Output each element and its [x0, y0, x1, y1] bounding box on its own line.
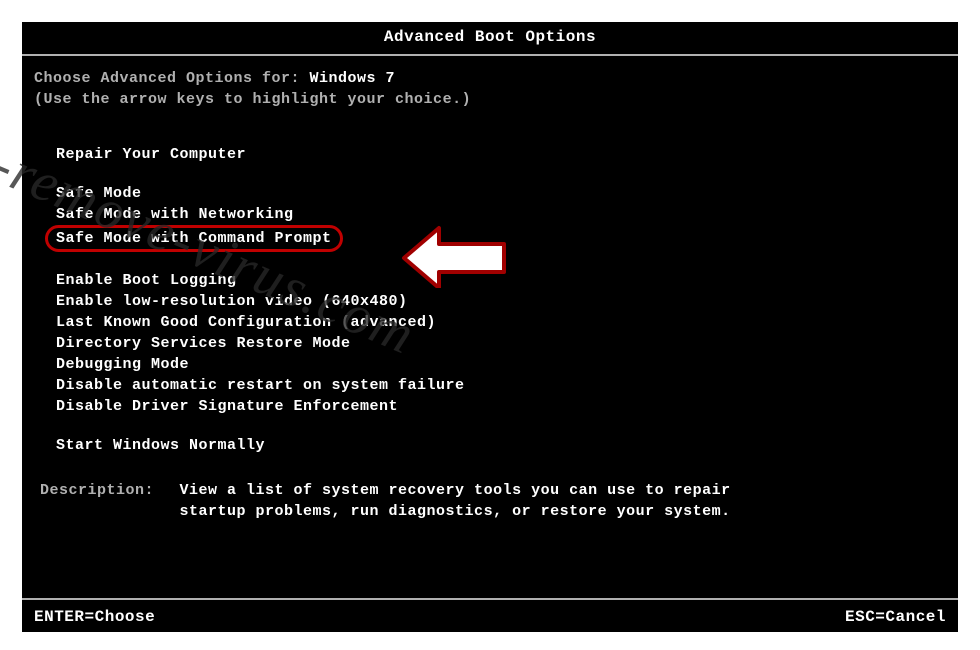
- footer: ENTER=Choose ESC=Cancel: [34, 608, 946, 626]
- menu-group-normal: Start Windows Normally: [56, 435, 946, 456]
- menu-group-advanced: Enable Boot Logging Enable low-resolutio…: [56, 270, 946, 417]
- menu-item-boot-logging[interactable]: Enable Boot Logging: [56, 270, 946, 291]
- description-block: Description: View a list of system recov…: [40, 480, 946, 522]
- title-divider: [22, 54, 958, 56]
- footer-esc: ESC=Cancel: [845, 608, 946, 626]
- menu-item-ds-restore[interactable]: Directory Services Restore Mode: [56, 333, 946, 354]
- menu-item-lkgc[interactable]: Last Known Good Configuration (advanced): [56, 312, 946, 333]
- footer-enter: ENTER=Choose: [34, 608, 155, 626]
- menu-item-safe-mode-cmd[interactable]: Safe Mode with Command Prompt: [56, 225, 946, 252]
- menu-item-start-normally[interactable]: Start Windows Normally: [56, 435, 946, 456]
- menu-item-disable-driver-sig[interactable]: Disable Driver Signature Enforcement: [56, 396, 946, 417]
- boot-options-screen: Advanced Boot Options Choose Advanced Op…: [22, 22, 958, 632]
- hint-line: (Use the arrow keys to highlight your ch…: [34, 89, 946, 110]
- menu-item-debugging[interactable]: Debugging Mode: [56, 354, 946, 375]
- choose-prompt: Choose Advanced Options for:: [34, 70, 310, 87]
- menu-item-safe-mode-networking[interactable]: Safe Mode with Networking: [56, 204, 946, 225]
- footer-divider: [22, 598, 958, 600]
- screen-title: Advanced Boot Options: [22, 22, 958, 46]
- menu-item-safe-mode-cmd-label: Safe Mode with Command Prompt: [45, 225, 343, 252]
- description-text: View a list of system recovery tools you…: [180, 480, 780, 522]
- menu-item-disable-auto-restart[interactable]: Disable automatic restart on system fail…: [56, 375, 946, 396]
- menu-item-low-res[interactable]: Enable low-resolution video (640x480): [56, 291, 946, 312]
- os-name: Windows 7: [310, 70, 396, 87]
- content-area: Choose Advanced Options for: Windows 7 (…: [34, 68, 946, 522]
- boot-menu: Repair Your Computer Safe Mode Safe Mode…: [56, 144, 946, 456]
- description-label: Description:: [40, 480, 170, 501]
- menu-item-safe-mode[interactable]: Safe Mode: [56, 183, 946, 204]
- choose-options-line: Choose Advanced Options for: Windows 7: [34, 68, 946, 89]
- menu-group-repair: Repair Your Computer: [56, 144, 946, 165]
- menu-group-safemode: Safe Mode Safe Mode with Networking Safe…: [56, 183, 946, 252]
- menu-item-repair[interactable]: Repair Your Computer: [56, 144, 946, 165]
